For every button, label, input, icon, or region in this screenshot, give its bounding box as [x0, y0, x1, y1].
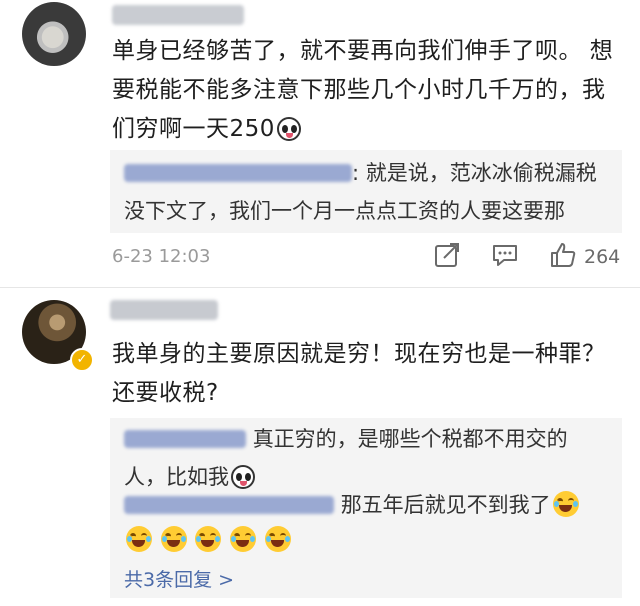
comment-text: 单身已经够苦了，就不要再向我们伸手了呗。 想要税能不能多注意下那些几个小时几千万… [112, 32, 622, 149]
laughing-crying-emoji-icon [126, 526, 152, 552]
reply-box[interactable]: : 就是说，范冰冰偷税漏税没下文了，我们一个月一点点工资的人要这要那 [110, 150, 622, 233]
laughing-crying-emoji-icon [264, 526, 291, 552]
username-blurred[interactable] [112, 5, 244, 25]
like-count: 264 [584, 246, 621, 268]
reply: 那五年后就见不到我了 [124, 486, 612, 524]
comment-icon[interactable] [490, 240, 520, 270]
panda-emoji-icon [276, 117, 301, 141]
laughing-crying-emoji-icon [552, 491, 579, 517]
verified-badge-icon: ✓ [70, 348, 94, 372]
comment-text: 我单身的主要原因就是穷！现在穷也是一种罪？还要收税? [112, 341, 606, 406]
more-replies-link[interactable]: 共3条回复 > [124, 565, 234, 592]
laughing-crying-emoji-icon [230, 526, 257, 552]
emoji-row [124, 521, 291, 559]
reply-username-blurred[interactable] [124, 496, 334, 514]
reply-username-blurred[interactable] [124, 430, 246, 448]
avatar[interactable] [22, 2, 86, 66]
timestamp: 6-23 12:03 [112, 246, 211, 267]
share-icon[interactable] [432, 240, 462, 270]
thumbs-up-icon[interactable] [548, 240, 578, 270]
reply-text: 那五年后就见不到我了 [340, 493, 551, 517]
username-blurred[interactable] [110, 300, 218, 320]
laughing-crying-emoji-icon [195, 526, 222, 552]
divider [0, 287, 640, 288]
laughing-crying-emoji-icon [160, 526, 187, 552]
reply-username-blurred[interactable] [124, 164, 352, 182]
comment-text-content: 单身已经够苦了，就不要再向我们伸手了呗。 想要税能不能多注意下那些几个小时几千万… [112, 38, 614, 142]
reply: : 就是说，范冰冰偷税漏税没下文了，我们一个月一点点工资的人要这要那 [124, 154, 612, 230]
reply: 真正穷的，是哪些个税都不用交的人，比如我 [124, 420, 604, 496]
